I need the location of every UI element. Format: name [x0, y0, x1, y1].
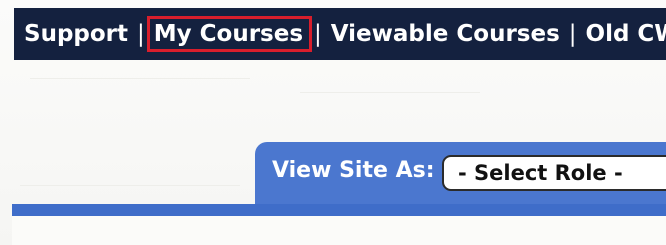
nav-separator: |: [314, 21, 322, 47]
top-navigation-bar: Support | My Courses | Viewable Courses …: [14, 8, 666, 60]
nav-support-link[interactable]: Support: [24, 21, 128, 47]
nav-viewable-courses-link[interactable]: Viewable Courses: [331, 21, 560, 47]
faded-line: [30, 78, 250, 79]
nav-separator: |: [137, 21, 145, 47]
nav-separator: |: [568, 21, 577, 47]
faded-line: [300, 92, 480, 93]
select-role-dropdown[interactable]: - Select Role -: [442, 155, 666, 191]
nav-my-courses-link[interactable]: My Courses: [146, 16, 313, 52]
faded-line: [20, 185, 240, 186]
panel-bottom-strip: [12, 204, 666, 216]
view-site-as-label: View Site As:: [272, 158, 435, 183]
content-area: [12, 216, 666, 245]
nav-old-cw-link[interactable]: Old CW: [586, 21, 666, 47]
page: Support | My Courses | Viewable Courses …: [0, 0, 666, 245]
select-role-value: - Select Role -: [458, 161, 623, 185]
